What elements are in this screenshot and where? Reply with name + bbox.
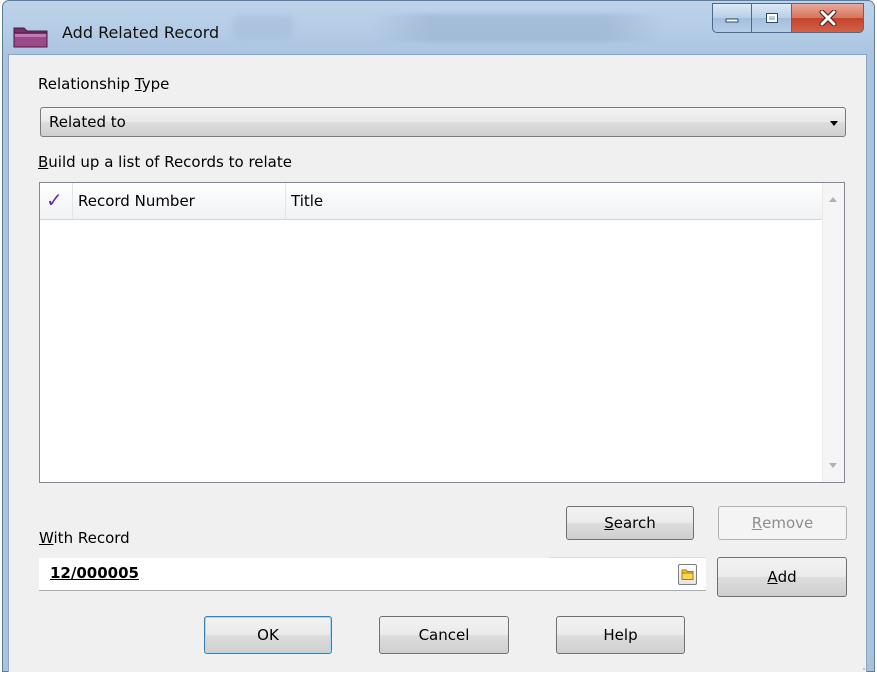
help-button[interactable]: Help (556, 616, 685, 654)
list-header: ✓ Record Number Title (40, 183, 823, 220)
vertical-scrollbar[interactable] (822, 183, 844, 482)
add-button-accel: A (767, 568, 778, 586)
scroll-up-arrow-icon[interactable] (829, 197, 837, 202)
search-button-accel: S (604, 514, 614, 532)
cancel-button[interactable]: Cancel (379, 616, 509, 654)
remove-button-label: emove (762, 514, 814, 532)
minimize-button[interactable] (712, 3, 752, 33)
background-window-title (373, 14, 663, 42)
with-record-label: With Record (39, 529, 130, 547)
close-button[interactable] (792, 3, 864, 33)
ok-button[interactable]: OK (204, 616, 332, 654)
with-record-label-accel: W (39, 529, 54, 547)
title-bar[interactable]: Add Related Record (3, 1, 874, 55)
scroll-down-arrow-icon[interactable] (829, 463, 837, 468)
window-title: Add Related Record (62, 23, 220, 42)
folder-browse-icon (681, 569, 694, 580)
relationship-type-label-pre: Relationship (38, 75, 135, 93)
chevron-down-icon (830, 121, 838, 126)
add-button-label: dd (777, 568, 797, 586)
maximize-button[interactable] (752, 3, 792, 33)
records-list-label-post: uild up a list of Records to relate (48, 153, 292, 171)
maximize-icon (765, 13, 778, 23)
relationship-type-value: Related to (49, 113, 126, 131)
with-record-label-post: ith Record (53, 529, 130, 547)
checkmark-icon: ✓ (46, 188, 63, 212)
background-title-blur (233, 15, 293, 39)
with-record-field[interactable]: 12/000005 (39, 557, 706, 591)
records-list-label: Build up a list of Records to relate (38, 153, 292, 171)
remove-button-accel: R (751, 514, 763, 532)
add-button[interactable]: Add (717, 557, 847, 597)
browse-button[interactable] (678, 564, 697, 585)
close-icon (819, 10, 836, 26)
with-record-value: 12/000005 (50, 564, 139, 582)
relationship-type-dropdown[interactable]: Related to (40, 107, 846, 137)
column-header-check[interactable]: ✓ (40, 183, 73, 219)
column-header-record-number[interactable]: Record Number (73, 183, 286, 219)
column-header-record-number-text: Record Number (78, 192, 195, 210)
remove-button[interactable]: Remove (718, 506, 847, 540)
minimize-icon (725, 18, 739, 23)
column-header-title[interactable]: Title (286, 183, 823, 219)
records-list-label-accel: B (38, 153, 49, 171)
relationship-type-label-accel: T (134, 75, 142, 93)
resize-grip-icon[interactable] (862, 659, 874, 671)
relationship-type-label-post: ype (141, 75, 170, 93)
records-list-view[interactable]: ✓ Record Number Title (39, 182, 845, 483)
record-field-top-border (549, 557, 706, 558)
relationship-type-label: Relationship Type (38, 75, 169, 93)
column-header-title-text: Title (291, 192, 324, 210)
caption-buttons (712, 3, 864, 33)
search-button-label: earch (613, 514, 656, 532)
folder-icon (13, 27, 48, 48)
search-button[interactable]: Search (566, 506, 694, 540)
